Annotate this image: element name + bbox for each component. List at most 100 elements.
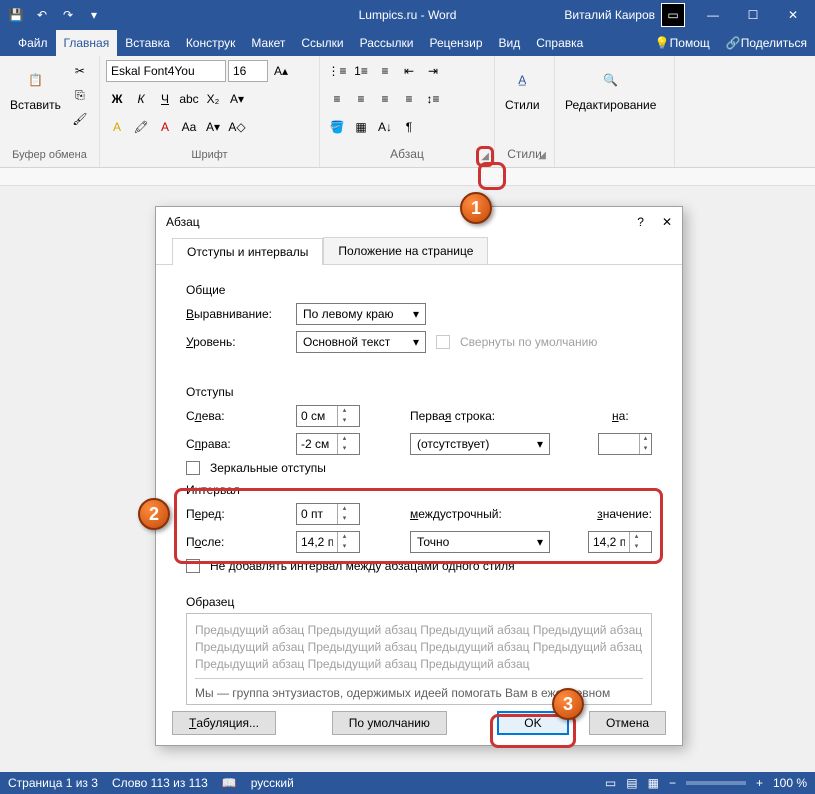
- view-read-icon[interactable]: ▭: [605, 776, 616, 790]
- zoom-in-icon[interactable]: +: [756, 776, 763, 790]
- show-marks-icon[interactable]: ¶: [398, 116, 420, 138]
- sort-icon[interactable]: A↓: [374, 116, 396, 138]
- bold-icon[interactable]: Ж: [106, 88, 128, 110]
- sub-sup-icon[interactable]: X₂: [202, 88, 224, 110]
- paste-button[interactable]: 📋 Вставить: [6, 60, 65, 116]
- minimize-icon[interactable]: ―: [693, 1, 733, 29]
- by-input[interactable]: ▴▾: [598, 433, 652, 455]
- cut-icon[interactable]: ✂: [69, 60, 91, 82]
- group-styles: A̲ Стили Стили ◢: [495, 56, 555, 167]
- label-by: на:: [612, 409, 652, 423]
- callout-box-launcher: [478, 162, 506, 190]
- mirror-checkbox[interactable]: [186, 461, 200, 475]
- view-print-icon[interactable]: ▤: [626, 776, 637, 790]
- dialog-tabs: Отступы и интервалы Положение на страниц…: [156, 237, 682, 265]
- shading-icon[interactable]: 🪣: [326, 116, 348, 138]
- maximize-icon[interactable]: ☐: [733, 1, 773, 29]
- decrease-indent-icon[interactable]: ⇤: [398, 60, 420, 82]
- align-center-icon[interactable]: ≡: [350, 88, 372, 110]
- text-effects-icon[interactable]: A▾: [226, 88, 248, 110]
- font-color-icon[interactable]: A: [154, 116, 176, 138]
- dialog-buttons: Табуляция... По умолчанию OK Отмена: [172, 711, 666, 735]
- tab-help[interactable]: Справка: [528, 30, 591, 56]
- justify-icon[interactable]: ≡: [398, 88, 420, 110]
- default-button[interactable]: По умолчанию: [332, 711, 447, 735]
- multilevel-icon[interactable]: ≡: [374, 60, 396, 82]
- tab-insert[interactable]: Вставка: [117, 30, 178, 56]
- change-case-icon[interactable]: Aa: [178, 116, 200, 138]
- label-outline: Уровень:: [186, 335, 286, 349]
- zoom-out-icon[interactable]: −: [669, 776, 676, 790]
- tab-view[interactable]: Вид: [491, 30, 529, 56]
- tab-review[interactable]: Рецензир: [421, 30, 490, 56]
- highlight-icon[interactable]: 🖍: [130, 116, 152, 138]
- close-icon[interactable]: ✕: [773, 1, 813, 29]
- tab-design[interactable]: Конструк: [178, 30, 244, 56]
- shrink-font-icon[interactable]: A▾: [202, 116, 224, 138]
- share-button[interactable]: 🔗 Поделиться: [718, 30, 815, 56]
- mirror-label: Зеркальные отступы: [210, 461, 326, 475]
- ribbon: 📋 Вставить ✂ ⎘ 🖌 Буфер обмена Eskal Font…: [0, 56, 815, 168]
- outline-combo[interactable]: Основной текст▾: [296, 331, 426, 353]
- zoom-slider[interactable]: [686, 781, 746, 785]
- tabs-button[interactable]: Табуляция...: [172, 711, 276, 735]
- italic-icon[interactable]: К: [130, 88, 152, 110]
- alignment-combo[interactable]: По левому краю▾: [296, 303, 426, 325]
- group-paragraph: ⋮≡ 1≡ ≡ ⇤ ⇥ ≡ ≡ ≡ ≡ ↕≡ 🪣 ▦ A↓ ¶ Абзац: [320, 56, 495, 167]
- undo-icon[interactable]: ↶: [30, 3, 54, 27]
- underline-icon[interactable]: Ч: [154, 88, 176, 110]
- indent-right-input[interactable]: ▴▾: [296, 433, 360, 455]
- tab-mailings[interactable]: Рассылки: [352, 30, 422, 56]
- tab-references[interactable]: Ссылки: [293, 30, 351, 56]
- save-icon[interactable]: 💾: [4, 3, 28, 27]
- group-editing: 🔍 Редактирование: [555, 56, 675, 167]
- styles-icon: A̲: [506, 64, 538, 96]
- ribbon-options-icon[interactable]: ▭: [653, 1, 693, 29]
- preview-prev: Предыдущий абзац Предыдущий абзац Предыд…: [195, 622, 643, 672]
- grow-font-icon[interactable]: A▴: [270, 60, 292, 82]
- numbering-icon[interactable]: 1≡: [350, 60, 372, 82]
- ruler-horizontal[interactable]: [0, 168, 815, 186]
- tab-indents[interactable]: Отступы и интервалы: [172, 238, 323, 265]
- paragraph-dialog: Абзац ? ✕ Отступы и интервалы Положение …: [155, 206, 683, 746]
- dialog-close-icon[interactable]: ✕: [662, 215, 672, 229]
- status-proof-icon[interactable]: 📖: [222, 776, 237, 790]
- align-right-icon[interactable]: ≡: [374, 88, 396, 110]
- group-label-paragraph: Абзац ◢: [326, 145, 488, 163]
- align-left-icon[interactable]: ≡: [326, 88, 348, 110]
- group-font: Eskal Font4You 16 A▴ Ж К Ч abc X₂ A▾ A 🖍…: [100, 56, 320, 167]
- clear-format-icon[interactable]: A◇: [226, 116, 248, 138]
- styles-button[interactable]: A̲ Стили: [501, 60, 544, 116]
- dialog-help-icon[interactable]: ?: [637, 215, 644, 229]
- status-page[interactable]: Страница 1 из 3: [8, 776, 98, 790]
- status-lang[interactable]: русский: [251, 776, 294, 790]
- styles-launcher-icon[interactable]: ◢: [538, 150, 546, 161]
- copy-icon[interactable]: ⎘: [69, 84, 91, 106]
- tab-home[interactable]: Главная: [56, 30, 118, 56]
- line-spacing-icon[interactable]: ↕≡: [422, 88, 444, 110]
- increase-indent-icon[interactable]: ⇥: [422, 60, 444, 82]
- tab-layout[interactable]: Макет: [243, 30, 293, 56]
- strike-icon[interactable]: abc: [178, 88, 200, 110]
- status-words[interactable]: Слово 113 из 113: [112, 776, 208, 790]
- font-name-combo[interactable]: Eskal Font4You: [106, 60, 226, 82]
- editing-button[interactable]: 🔍 Редактирование: [561, 60, 660, 116]
- bullets-icon[interactable]: ⋮≡: [326, 60, 348, 82]
- font-size-combo[interactable]: 16: [228, 60, 268, 82]
- view-web-icon[interactable]: ▦: [648, 776, 659, 790]
- tab-linebreaks[interactable]: Положение на странице: [323, 237, 488, 264]
- label-special: Первая строка:: [410, 409, 520, 423]
- format-painter-icon[interactable]: 🖌: [69, 108, 91, 130]
- tell-me[interactable]: 💡 Помощ: [647, 30, 718, 56]
- label-right: Справа:: [186, 437, 286, 451]
- redo-icon[interactable]: ↷: [56, 3, 80, 27]
- font-highlight-icon[interactable]: A: [106, 116, 128, 138]
- indent-left-input[interactable]: ▴▾: [296, 405, 360, 427]
- cancel-button[interactable]: Отмена: [589, 711, 666, 735]
- zoom-value[interactable]: 100 %: [773, 776, 807, 790]
- special-combo[interactable]: (отсутствует)▾: [410, 433, 550, 455]
- qa-dropdown-icon[interactable]: ▾: [82, 3, 106, 27]
- paste-icon: 📋: [19, 64, 51, 96]
- borders-icon[interactable]: ▦: [350, 116, 372, 138]
- tab-file[interactable]: Файл: [10, 30, 56, 56]
